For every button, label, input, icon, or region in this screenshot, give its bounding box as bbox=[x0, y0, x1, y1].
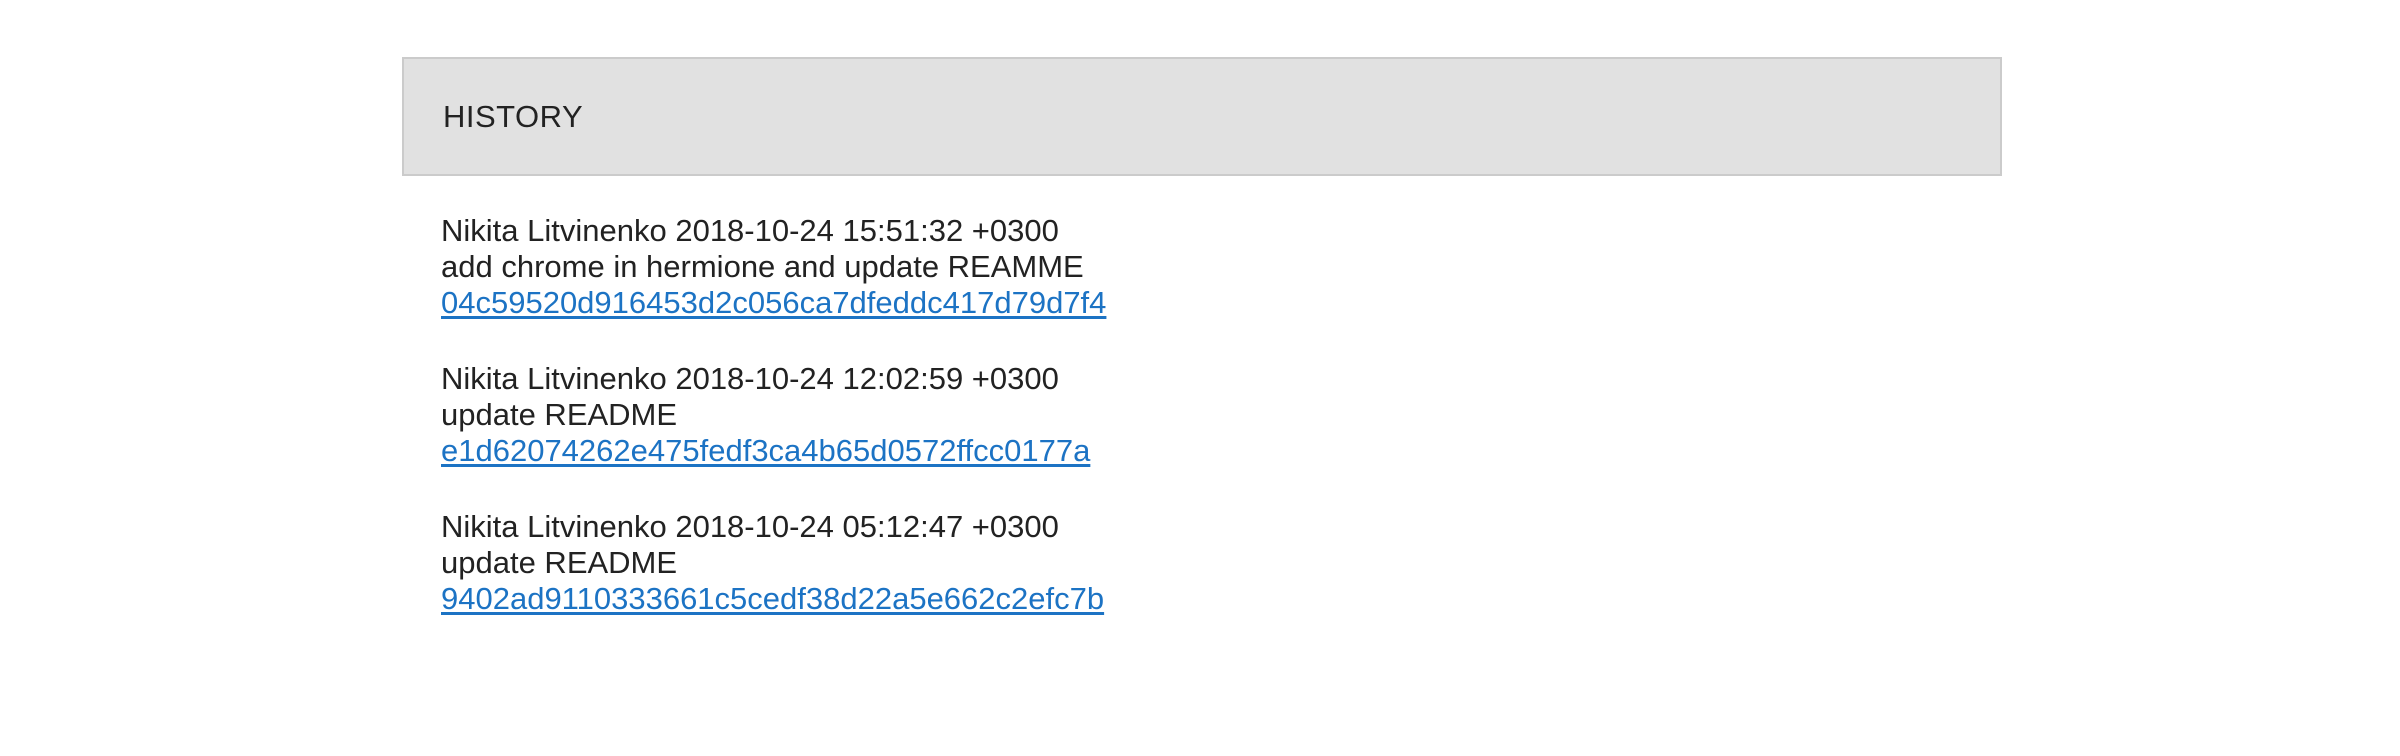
commit-list: Nikita Litvinenko 2018-10-24 15:51:32 +0… bbox=[441, 213, 1106, 657]
commit-hash-link[interactable]: e1d62074262e475fedf3ca4b65d0572ffcc0177a bbox=[441, 433, 1106, 469]
commit-hash-link[interactable]: 04c59520d916453d2c056ca7dfeddc417d79d7f4 bbox=[441, 285, 1106, 321]
commit-meta: Nikita Litvinenko 2018-10-24 12:02:59 +0… bbox=[441, 361, 1059, 396]
commit-hash-link[interactable]: 9402ad9110333661c5cedf38d22a5e662c2efc7b bbox=[441, 581, 1106, 617]
commit-meta: Nikita Litvinenko 2018-10-24 15:51:32 +0… bbox=[441, 213, 1059, 248]
commit-message: add chrome in hermione and update REAMME bbox=[441, 249, 1084, 284]
commit-item: Nikita Litvinenko 2018-10-24 05:12:47 +0… bbox=[441, 509, 1106, 617]
history-panel: HISTORY bbox=[402, 57, 2002, 176]
commit-meta: Nikita Litvinenko 2018-10-24 05:12:47 +0… bbox=[441, 509, 1059, 544]
history-title: HISTORY bbox=[443, 98, 584, 134]
commit-item: Nikita Litvinenko 2018-10-24 15:51:32 +0… bbox=[441, 213, 1106, 321]
commit-message: update README bbox=[441, 397, 678, 432]
commit-item: Nikita Litvinenko 2018-10-24 12:02:59 +0… bbox=[441, 361, 1106, 469]
commit-message: update README bbox=[441, 545, 678, 580]
history-header: HISTORY bbox=[402, 57, 2002, 176]
